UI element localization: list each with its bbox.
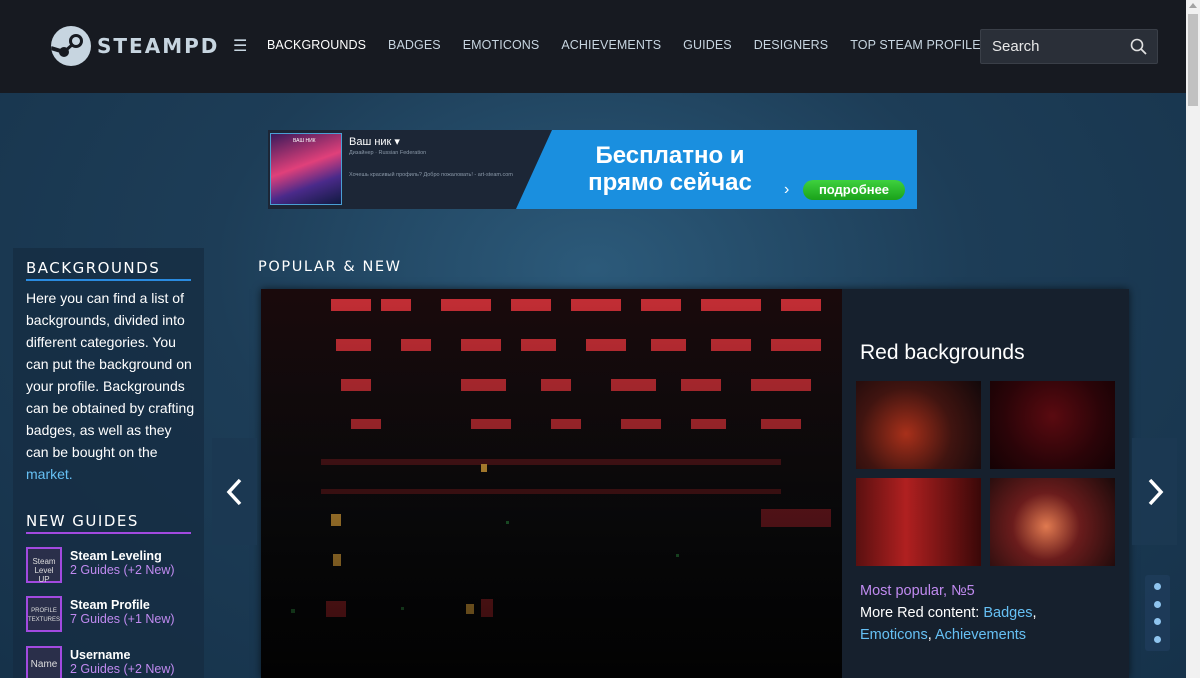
more-content-line: More Red content: Badges, [860, 605, 1037, 621]
banner-name: Ваш ник ▾ [349, 136, 400, 148]
guide-item[interactable]: Steam Level UP Steam Leveling 2 Guides (… [26, 547, 201, 584]
logo-text: STEAMPD [97, 34, 220, 58]
new-guides-title: NEW GUIDES [26, 512, 139, 530]
guide-thumbnail: Steam Level UP [26, 547, 62, 584]
search-input[interactable] [992, 38, 1122, 55]
market-link[interactable]: market. [26, 466, 73, 482]
banner-headline-line-1: Бесплатно и [595, 142, 745, 169]
nav-achievements[interactable]: ACHIEVEMENTS [561, 38, 661, 52]
more-content-links: Emoticons, Achievements [860, 627, 1026, 643]
pagination-dot[interactable] [1154, 618, 1161, 625]
sidebar-title-underline [26, 279, 191, 281]
sidebar-title: BACKGROUNDS [26, 259, 161, 277]
sidebar: BACKGROUNDS Here you can find a list of … [13, 248, 204, 678]
ad-banner[interactable]: ВАШ НИК Ваш ник ▾ Дизайнер · Russian Fed… [268, 130, 917, 209]
featured-background-image[interactable] [261, 289, 842, 678]
carousel-next-button[interactable] [1132, 438, 1177, 545]
scroll-up-arrow-icon[interactable] [1189, 3, 1197, 8]
search-box [980, 29, 1158, 64]
comma-separator: , [927, 627, 932, 643]
background-thumbnail[interactable] [856, 478, 981, 566]
category-title[interactable]: Red backgrounds [860, 341, 1025, 365]
pagination-dot[interactable] [1154, 583, 1161, 590]
nav-designers[interactable]: DESIGNERS [754, 38, 829, 52]
guide-item[interactable]: Name Username 2 Guides (+2 New) [26, 646, 201, 678]
guide-title[interactable]: Username [70, 648, 130, 662]
main-nav: BACKGROUNDS BADGES EMOTICONS ACHIEVEMENT… [267, 38, 1011, 52]
banner-headline: Бесплатно и прямо сейчас [550, 142, 790, 196]
pagination-dot[interactable] [1154, 601, 1161, 608]
carousel-pagination [1145, 575, 1170, 651]
steam-logo-icon [51, 26, 91, 66]
chevron-left-icon [226, 478, 241, 505]
section-title: POPULAR & NEW [258, 259, 402, 275]
more-content-label: More Red content: [860, 605, 984, 621]
nav-backgrounds[interactable]: BACKGROUNDS [267, 38, 366, 52]
pagination-dot[interactable] [1154, 636, 1161, 643]
guide-title[interactable]: Steam Leveling [70, 549, 162, 563]
guide-item[interactable]: PROFILE TEXTURES Steam Profile 7 Guides … [26, 596, 201, 632]
guide-title[interactable]: Steam Profile [70, 598, 150, 612]
background-thumbnail[interactable] [856, 381, 981, 469]
nav-guides[interactable]: GUIDES [683, 38, 732, 52]
achievements-link[interactable]: Achievements [935, 627, 1026, 643]
chevron-right-icon: › [784, 181, 790, 198]
site-logo[interactable]: STEAMPD [51, 26, 219, 66]
banner-more-button[interactable]: подробнее [803, 180, 905, 200]
sidebar-description: Here you can find a list of backgrounds,… [26, 287, 196, 485]
sidebar-description-text: Here you can find a list of backgrounds,… [26, 290, 195, 460]
guide-thumbnail: Name [26, 646, 62, 678]
page-scrollbar[interactable] [1186, 0, 1200, 678]
featured-carousel: Red backgrounds Most popular, №5 More Re… [261, 289, 1129, 678]
banner-subtitle: Дизайнер · Russian Federation [349, 150, 427, 156]
banner-headline-line-2: прямо сейчас [588, 169, 752, 196]
banner-small-text: Хочешь красивый профиль? Добро пожаловат… [349, 172, 513, 178]
nav-top-steam-profiles[interactable]: TOP STEAM PROFILES [850, 38, 989, 52]
banner-avatar: ВАШ НИК [270, 133, 342, 205]
chevron-right-icon [1148, 478, 1163, 505]
badges-link[interactable]: Badges [983, 605, 1032, 621]
nav-emoticons[interactable]: EMOTICONS [463, 38, 540, 52]
scroll-thumb[interactable] [1188, 14, 1198, 106]
new-guides-underline [26, 532, 191, 534]
background-thumbnail[interactable] [990, 478, 1115, 566]
comma-separator: , [1032, 605, 1037, 621]
popularity-rank: Most popular, №5 [860, 583, 975, 599]
emoticons-link[interactable]: Emoticons [860, 627, 928, 643]
background-thumbnail[interactable] [990, 381, 1115, 469]
carousel-prev-button[interactable] [212, 438, 257, 545]
nav-badges[interactable]: BADGES [388, 38, 441, 52]
menu-icon[interactable]: ☰ [233, 36, 247, 56]
banner-avatar-tag: ВАШ НИК [293, 138, 316, 144]
guide-count[interactable]: 2 Guides (+2 New) [70, 563, 175, 577]
guide-count[interactable]: 7 Guides (+1 New) [70, 612, 175, 626]
guide-count[interactable]: 2 Guides (+2 New) [70, 662, 175, 676]
search-icon[interactable] [1130, 38, 1147, 60]
site-header: STEAMPD ☰ BACKGROUNDS BADGES EMOTICONS A… [0, 0, 1186, 93]
guide-thumbnail: PROFILE TEXTURES [26, 596, 62, 632]
